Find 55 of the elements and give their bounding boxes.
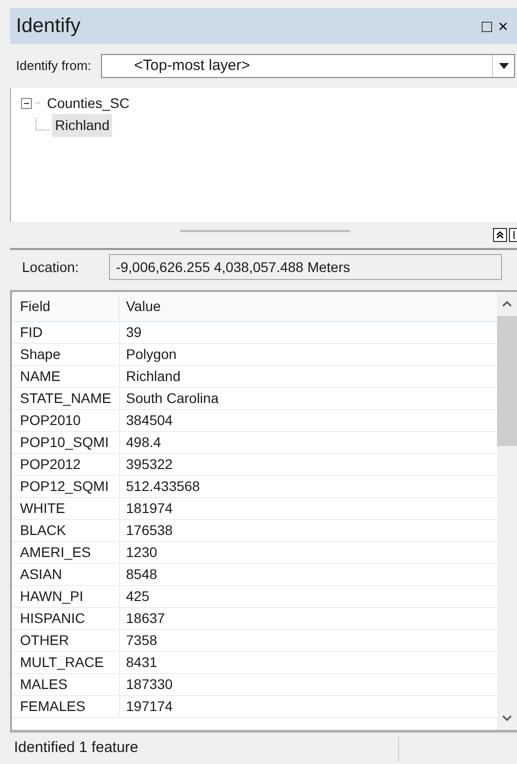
scrollbar-thumb[interactable] bbox=[497, 316, 517, 446]
scrollbar[interactable] bbox=[497, 292, 517, 730]
table-cell: POP2012 bbox=[12, 454, 120, 475]
window-title: Identify bbox=[16, 14, 82, 39]
table-cell: ASIAN bbox=[12, 564, 120, 585]
column-header[interactable]: Field bbox=[12, 292, 120, 321]
table-cell-text: 1230 bbox=[125, 543, 158, 562]
table-cell-text: 384504 bbox=[125, 411, 174, 430]
table-cell: NAME bbox=[12, 366, 120, 387]
column-header[interactable]: Value bbox=[120, 292, 497, 321]
table-cell: BLACK bbox=[12, 520, 120, 541]
table-cell-text: 7358 bbox=[125, 631, 158, 650]
tree-connector bbox=[35, 118, 49, 132]
table-cell: HISPANIC bbox=[12, 608, 120, 629]
tree-item[interactable]: Counties_SC bbox=[44, 92, 132, 114]
table-cell-text: 8548 bbox=[125, 565, 158, 584]
table-cell: MULT_RACE bbox=[12, 652, 120, 673]
table-cell-text: 187330 bbox=[125, 675, 174, 694]
table-cell-text: South Carolina bbox=[125, 389, 220, 408]
table-cell-text: 197174 bbox=[125, 697, 174, 716]
table-cell-text: 39 bbox=[125, 323, 143, 342]
table-cell: OTHER bbox=[12, 630, 120, 651]
tree-item[interactable]: Richland bbox=[52, 114, 112, 136]
table-cell: FID bbox=[12, 322, 120, 343]
status-text: Identified 1 feature bbox=[14, 738, 140, 758]
table-cell-text: 498.4 bbox=[125, 433, 162, 452]
table-cell-text: 18637 bbox=[125, 609, 166, 628]
table-cell: POP12_SQMI bbox=[12, 476, 120, 497]
table-cell-text: 395322 bbox=[125, 455, 174, 474]
table-cell: STATE_NAME bbox=[12, 388, 120, 409]
table-cell: WHITE bbox=[12, 498, 120, 519]
table-cell: FEMALES bbox=[12, 696, 120, 717]
table-cell-text: 176538 bbox=[125, 521, 174, 540]
close-button[interactable]: × bbox=[495, 18, 511, 34]
tree-connector bbox=[35, 102, 41, 104]
table-cell-text: 425 bbox=[125, 587, 150, 606]
table-cell: POP2010 bbox=[12, 410, 120, 431]
maximize-button[interactable]: □ bbox=[478, 18, 496, 34]
table-cell-text: 181974 bbox=[125, 499, 174, 518]
table-cell: AMERI_ES bbox=[12, 542, 120, 563]
collapse-icon[interactable] bbox=[21, 98, 32, 108]
layer-dropdown[interactable]: <Top-most layer> bbox=[101, 54, 515, 78]
table-cell: MALES bbox=[12, 674, 120, 695]
table-cell-text: Polygon bbox=[125, 345, 178, 364]
table-cell-text: Richland bbox=[125, 367, 182, 386]
identify-from-label: Identify from: bbox=[16, 57, 92, 76]
table-cell-text: 512.433568 bbox=[125, 477, 201, 496]
table-cell: Shape bbox=[12, 344, 120, 365]
table-cell: HAWN_PI bbox=[12, 586, 120, 607]
table-cell-text: 8431 bbox=[125, 653, 158, 672]
collapse-up-icon[interactable] bbox=[493, 228, 507, 242]
table-cell: POP10_SQMI bbox=[12, 432, 120, 453]
location-label: Location: bbox=[22, 258, 79, 276]
location-field: -9,006,626.255 4,038,057.488 Meters bbox=[108, 254, 502, 280]
pane-toggle-icon[interactable] bbox=[509, 228, 517, 242]
